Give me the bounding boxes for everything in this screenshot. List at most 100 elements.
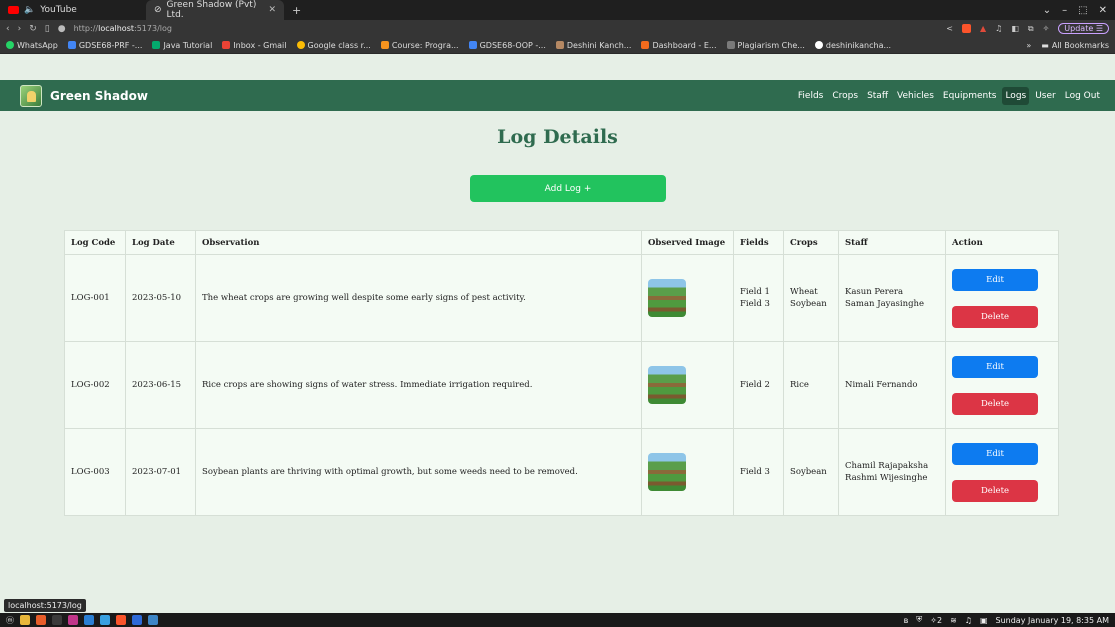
col-observed-image: Observed Image <box>641 230 734 255</box>
delete-button[interactable]: Delete <box>952 479 1038 502</box>
edit-button[interactable]: Edit <box>952 268 1038 291</box>
bookmark-label: Dashboard - E... <box>652 40 717 50</box>
shield-icon[interactable]: ⛨ <box>916 615 922 625</box>
back-icon[interactable]: ‹ <box>6 24 10 34</box>
info-icon[interactable]: ● <box>58 24 66 34</box>
terminal-icon[interactable] <box>52 615 62 625</box>
webstorm-icon[interactable] <box>100 615 110 625</box>
media-icon[interactable]: ♫ <box>995 24 1002 33</box>
notification-icon[interactable]: ✧2 <box>930 616 942 625</box>
wallet-icon[interactable]: ⧉ <box>1028 24 1034 34</box>
brand-name[interactable]: Green Shadow <box>50 89 148 103</box>
bookmark-label: WhatsApp <box>17 40 58 50</box>
tab-youtube[interactable]: 🔈 YouTube <box>0 0 140 20</box>
page-top-gap <box>0 54 1115 80</box>
observed-image[interactable] <box>648 453 686 491</box>
staff-cell: Nimali Fernando <box>838 341 946 429</box>
delete-button[interactable]: Delete <box>952 392 1038 415</box>
nav-equipments[interactable]: Equipments <box>940 87 1000 105</box>
forward-icon[interactable]: › <box>18 24 22 34</box>
crop-name: Soybean <box>790 467 827 477</box>
intellij-icon[interactable] <box>68 615 78 625</box>
files-icon[interactable] <box>20 615 30 625</box>
bookmark-java[interactable]: Java Tutorial <box>152 41 212 50</box>
tab-green-shadow[interactable]: ⊘ Green Shadow (Pvt) Ltd. ✕ <box>146 0 284 20</box>
bookmark-plagiarism[interactable]: Plagiarism Che... <box>726 41 805 50</box>
url-field[interactable]: http://localhost:5173/log <box>74 24 172 33</box>
bookmark-gdse-prf[interactable]: GDSE68-PRF -... <box>67 41 142 50</box>
bookmark-icon[interactable]: ▯ <box>45 24 50 34</box>
browser-tab-bar: 🔈 YouTube ⊘ Green Shadow (Pvt) Ltd. ✕ + … <box>0 0 1115 20</box>
minimize-icon[interactable]: – <box>1062 5 1067 16</box>
observation: The wheat crops are growing well despite… <box>195 254 642 342</box>
crop-name: Soybean <box>790 299 827 309</box>
new-tab-button[interactable]: + <box>292 4 301 17</box>
vpn-icon[interactable] <box>132 615 142 625</box>
extensions-icon[interactable]: ✧ <box>1043 24 1050 33</box>
clock[interactable]: Sunday January 19, 8:35 AM <box>996 616 1110 625</box>
bookmark-deshini[interactable]: Deshini Kanch... <box>555 41 631 50</box>
all-bookmarks-label: All Bookmarks <box>1051 40 1109 50</box>
log-code: LOG-001 <box>64 254 126 342</box>
nav-crops[interactable]: Crops <box>829 87 861 105</box>
nav-log-out[interactable]: Log Out <box>1062 87 1103 105</box>
firefox-icon[interactable] <box>36 615 46 625</box>
edit-button[interactable]: Edit <box>952 442 1038 465</box>
bookmark-whatsapp[interactable]: WhatsApp <box>6 41 58 50</box>
audio-icon[interactable]: ♫ <box>965 616 972 625</box>
rewards-icon[interactable]: ▲ <box>980 24 986 33</box>
screenshot-icon[interactable] <box>148 615 158 625</box>
all-bookmarks-button[interactable]: ▬ All Bookmarks <box>1041 41 1109 50</box>
brave-icon[interactable] <box>116 615 126 625</box>
share-icon[interactable]: < <box>946 24 953 33</box>
brand-logo-icon[interactable] <box>20 84 42 107</box>
nav-fields[interactable]: Fields <box>795 87 826 105</box>
observed-image[interactable] <box>648 279 686 317</box>
chevron-down-icon[interactable]: ⌄ <box>1043 5 1051 16</box>
bookmark-github[interactable]: deshinikancha... <box>814 40 892 50</box>
delete-button[interactable]: Delete <box>952 305 1038 328</box>
nav-vehicles[interactable]: Vehicles <box>894 87 937 105</box>
bookmark-dashboard[interactable]: Dashboard - E... <box>641 40 717 50</box>
bookmarks-more-button[interactable]: » <box>1026 41 1031 50</box>
vscode-icon[interactable] <box>84 615 94 625</box>
col-fields: Fields <box>733 230 784 255</box>
add-log-button[interactable]: Add Log + <box>470 175 666 202</box>
url-path: :5173/log <box>134 24 172 33</box>
nav-staff[interactable]: Staff <box>864 87 891 105</box>
bookmark-gmail[interactable]: Inbox - Gmail <box>222 41 287 50</box>
log-code: LOG-003 <box>64 428 126 516</box>
action-cell: Edit Delete <box>945 341 1059 429</box>
maximize-icon[interactable]: ⬚ <box>1078 5 1087 16</box>
bookmark-label: Google class r... <box>307 40 371 50</box>
staff-name: Rashmi Wijesinghe <box>845 473 928 483</box>
whatsapp-icon <box>6 41 14 49</box>
close-window-icon[interactable]: ✕ <box>1099 5 1107 16</box>
brave-shield-icon[interactable] <box>961 24 971 33</box>
clipboard-icon[interactable]: ▣ <box>980 616 988 625</box>
edit-button[interactable]: Edit <box>952 355 1038 378</box>
log-code: LOG-002 <box>64 341 126 429</box>
app-navbar: Green Shadow Fields Crops Staff Vehicles… <box>0 80 1115 111</box>
bookmark-google-class[interactable]: Google class r... <box>296 40 371 50</box>
folder-icon: ▬ <box>1041 40 1049 50</box>
menu-icon[interactable]: ⓜ <box>6 615 14 626</box>
reload-icon[interactable]: ↻ <box>29 24 37 34</box>
bookmark-label: deshinikancha... <box>825 40 892 50</box>
update-button[interactable]: Update ☰ <box>1058 23 1109 34</box>
observed-image-cell <box>641 341 734 429</box>
bookmark-label: Java Tutorial <box>163 40 213 50</box>
bookmark-gdse-oop[interactable]: GDSE68-OOP -... <box>468 41 546 50</box>
nav-user[interactable]: User <box>1032 87 1059 105</box>
fields-cell: Field 1 Field 3 <box>733 254 784 342</box>
action-cell: Edit Delete <box>945 428 1059 516</box>
bluetooth-icon[interactable]: ʙ <box>904 616 909 625</box>
bookmark-course[interactable]: Course: Progra... <box>380 41 459 50</box>
nav-logs[interactable]: Logs <box>1002 86 1030 105</box>
table-row: LOG-002 2023-06-15 Rice crops are showin… <box>64 341 1059 429</box>
close-icon[interactable]: ✕ <box>268 5 276 15</box>
observed-image[interactable] <box>648 366 686 404</box>
docs-icon <box>468 41 477 49</box>
sidebar-icon[interactable]: ◧ <box>1011 24 1019 33</box>
wifi-icon[interactable]: ≋ <box>950 616 957 625</box>
